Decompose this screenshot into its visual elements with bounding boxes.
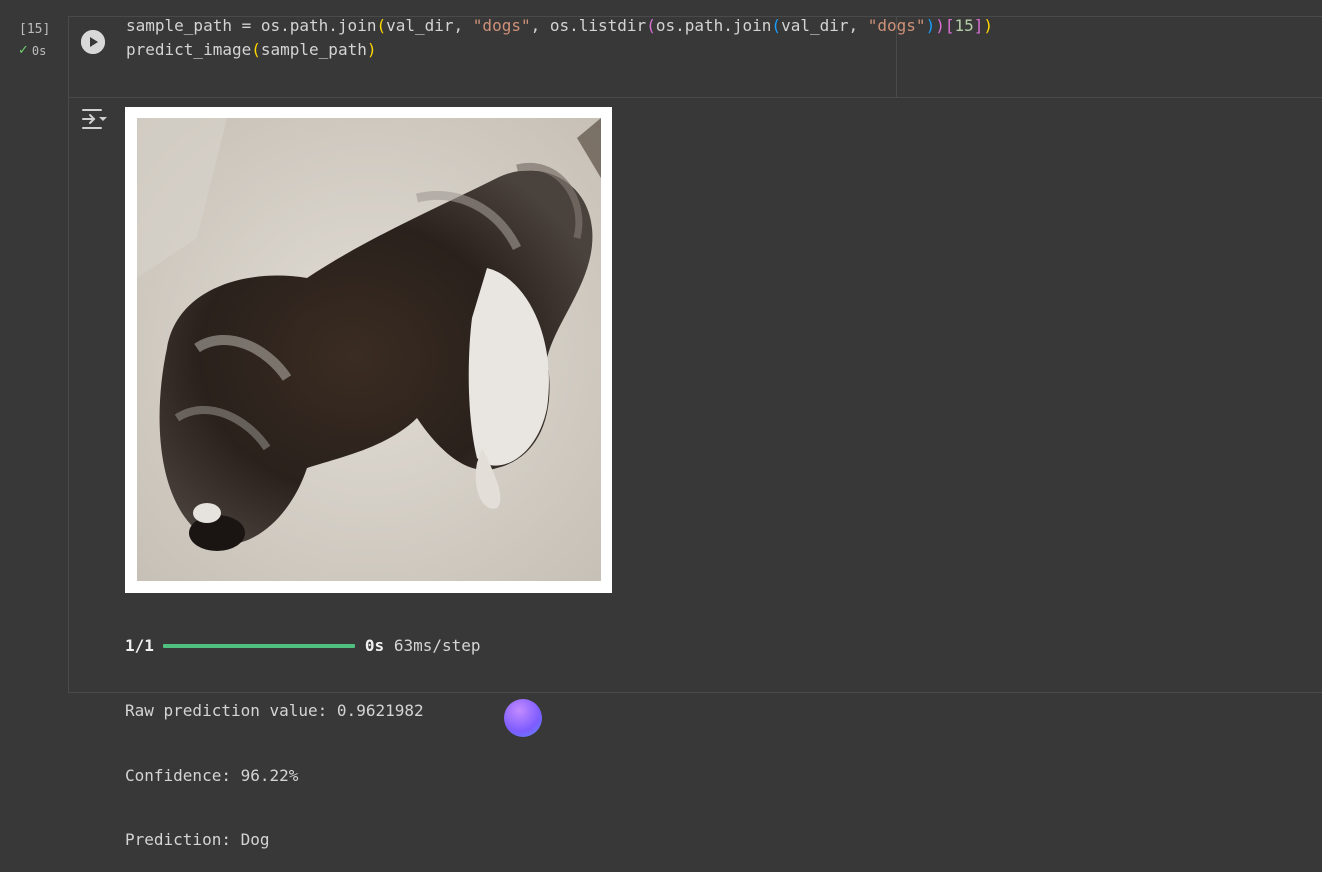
dog-illustration: [137, 118, 601, 581]
execution-count: [15]: [19, 22, 51, 37]
code-token: predict_image: [126, 40, 252, 59]
confidence-line: Confidence: 96.22%: [125, 765, 299, 785]
code-token: ): [366, 40, 377, 59]
code-token: sample_path = os.path.join: [126, 16, 377, 35]
progress-step: 63ms/step: [393, 636, 481, 656]
cell-left-border: [68, 16, 69, 693]
code-number: 15: [954, 16, 974, 35]
editor-ruler: [896, 17, 897, 97]
progress-line: 1/1 0s 63ms/step: [125, 635, 481, 657]
code-token: ): [925, 16, 936, 35]
progress-bar: [162, 644, 355, 648]
code-string: "dogs": [472, 16, 531, 35]
execution-time: 0s: [31, 43, 47, 58]
code-token: sample_path: [260, 40, 367, 59]
check-icon: ✓: [18, 43, 29, 58]
code-token: val_dir,: [386, 16, 473, 35]
prediction-line: Prediction: Dog: [125, 830, 270, 849]
gemini-button[interactable]: [504, 699, 542, 737]
output-toggle-button[interactable]: [80, 107, 108, 131]
stdout-output: 1/1 0s 63ms/step Raw prediction value: 0…: [125, 592, 481, 872]
code-token: ): [983, 16, 994, 35]
code-token: (: [771, 16, 782, 35]
code-editor[interactable]: sample_path = os.path.join(val_dir, "dog…: [126, 14, 993, 62]
code-token: , os.listdir: [530, 16, 647, 35]
output-toggle-icon: [82, 109, 107, 129]
progress-time: 0s: [364, 636, 385, 656]
code-token: (: [376, 16, 387, 35]
cell-gutter: [0, 0, 68, 706]
code-token: ]: [973, 16, 984, 35]
code-token: (: [251, 40, 261, 59]
code-token: os.path.join: [655, 16, 772, 35]
code-token: ): [935, 16, 945, 35]
execution-status: ✓ 0s: [18, 43, 46, 58]
play-icon: [81, 30, 105, 54]
code-line-2: predict_image(sample_path): [126, 40, 376, 59]
progress-count: 1/1: [125, 636, 154, 656]
run-cell-button[interactable]: [81, 30, 105, 54]
dog-photo: [137, 118, 601, 581]
code-token: val_dir,: [781, 16, 868, 35]
output-image: [125, 107, 612, 593]
raw-prediction-line: Raw prediction value: 0.9621982: [125, 701, 424, 720]
code-token: (: [646, 16, 656, 35]
code-output-divider: [69, 97, 1322, 98]
code-line-1: sample_path = os.path.join(val_dir, "dog…: [126, 16, 993, 35]
